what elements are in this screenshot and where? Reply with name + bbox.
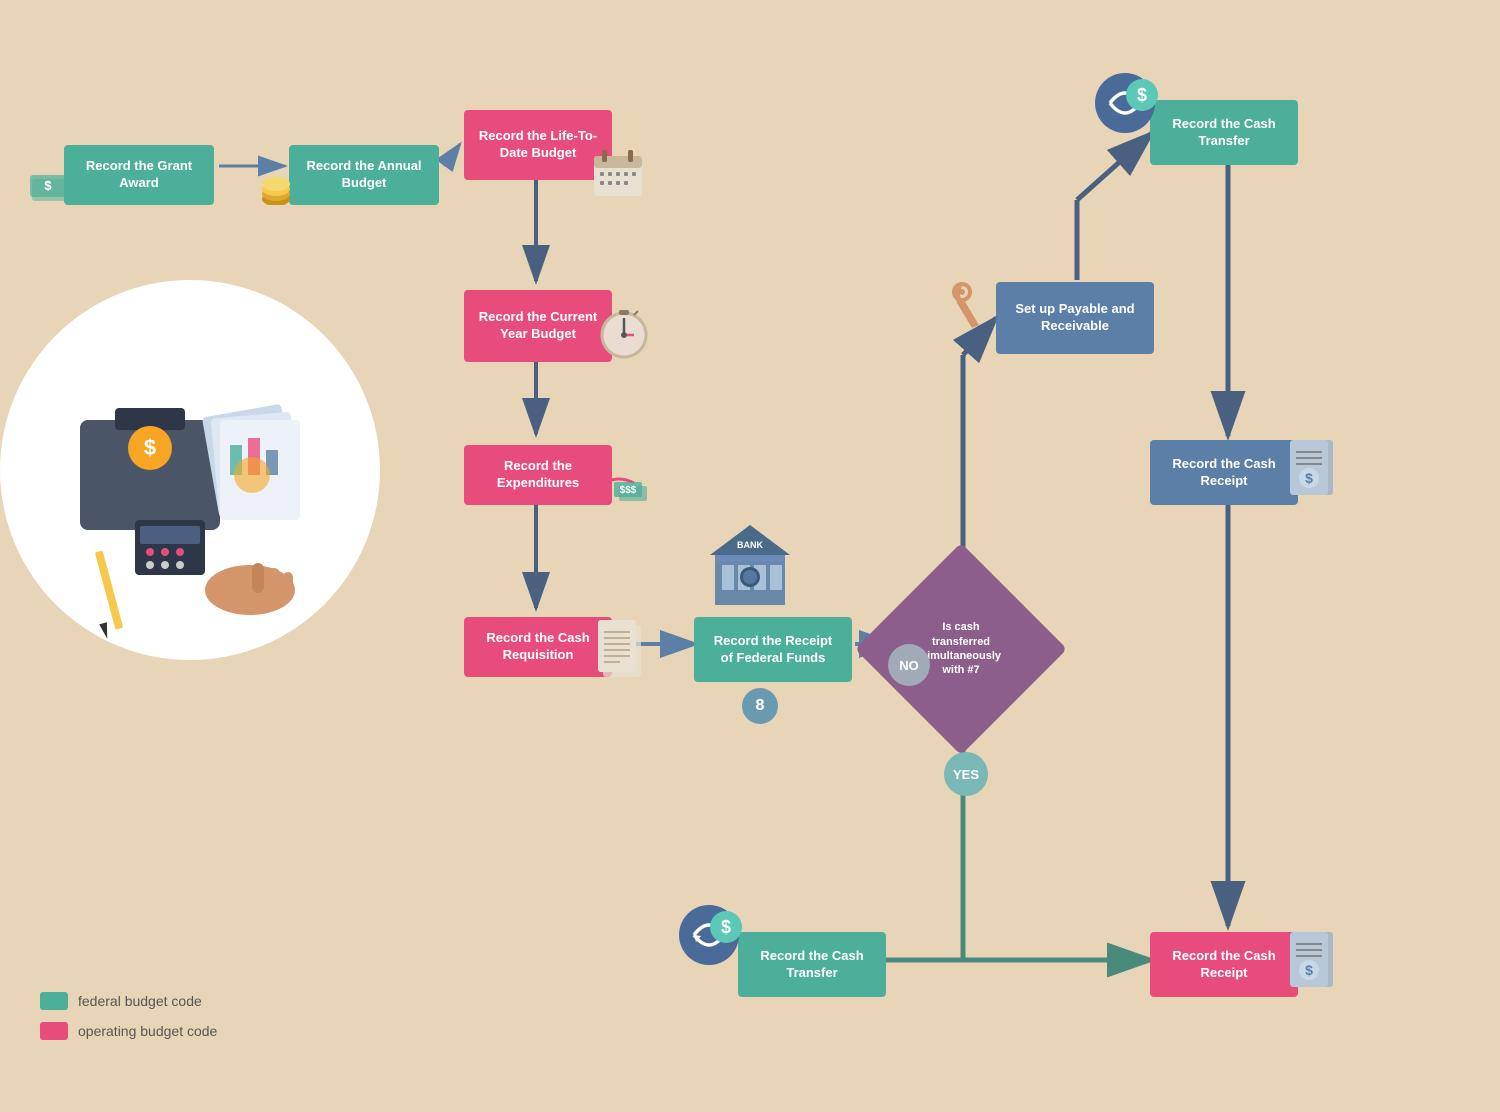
coins-icon-annual [258, 175, 293, 210]
expenditures-label: Record the Expenditures [476, 458, 600, 492]
expenditures-icon: $$$ [594, 458, 654, 508]
node-record-cash-receipt-bottom: Record the Cash Receipt [1150, 932, 1298, 997]
calendar-icon [592, 148, 647, 208]
svg-text:$: $ [721, 917, 731, 937]
svg-text:BANK: BANK [737, 540, 763, 550]
node-record-annual-budget: Record the Annual Budget [289, 145, 439, 205]
wrench-icon [942, 278, 997, 343]
legend-operating-color [40, 1022, 68, 1040]
node-record-receipt-federal-funds: Record the Receipt of Federal Funds [694, 617, 852, 682]
transfer-icon-bottom: $ [674, 900, 744, 975]
svg-text:$: $ [44, 178, 52, 193]
receipt-icon-bottom: $ [1290, 932, 1345, 1002]
illustration-circle: $ [0, 280, 380, 660]
node-setup-payable-receivable: Set up Payable and Receivable [996, 282, 1154, 354]
bank-icon: BANK [700, 510, 800, 615]
node-record-cash-transfer-top: Record the Cash Transfer [1150, 100, 1298, 165]
node-record-life-to-date: Record the Life-To-Date Budget [464, 110, 612, 180]
svg-text:$: $ [1137, 85, 1147, 105]
flowchart-container: $ [0, 0, 1500, 1112]
transfer-icon-top: $ [1090, 68, 1160, 143]
legend-federal-color [40, 992, 68, 1010]
node-record-cash-requisition: Record the Cash Requisition [464, 617, 612, 677]
life-to-date-label: Record the Life-To-Date Budget [476, 128, 600, 162]
svg-text:$: $ [1305, 470, 1313, 486]
badge-no: NO [888, 644, 930, 686]
legend: federal budget code operating budget cod… [40, 992, 217, 1052]
money-icon-grant: $ [30, 175, 70, 208]
legend-federal-budget-code: federal budget code [40, 992, 217, 1010]
svg-text:$: $ [1305, 962, 1313, 978]
node-record-cash-receipt-right: Record the Cash Receipt [1150, 440, 1298, 505]
legend-operating-budget-code: operating budget code [40, 1022, 217, 1040]
badge-8: 8 [742, 688, 778, 724]
receipt-icon-right: $ [1290, 440, 1345, 510]
node-record-current-year-budget: Record the Current Year Budget [464, 290, 612, 362]
badge-yes: YES [944, 752, 988, 796]
node-record-cash-transfer-bottom: Record the Cash Transfer [738, 932, 886, 997]
svg-text:$: $ [144, 435, 156, 460]
stopwatch-icon [596, 300, 651, 365]
requisition-doc-icon [598, 620, 653, 690]
node-record-expenditures: Record the Expenditures [464, 445, 612, 505]
svg-text:$$$: $$$ [620, 485, 637, 496]
node-record-grant-award: Record the Grant Award [64, 145, 214, 205]
